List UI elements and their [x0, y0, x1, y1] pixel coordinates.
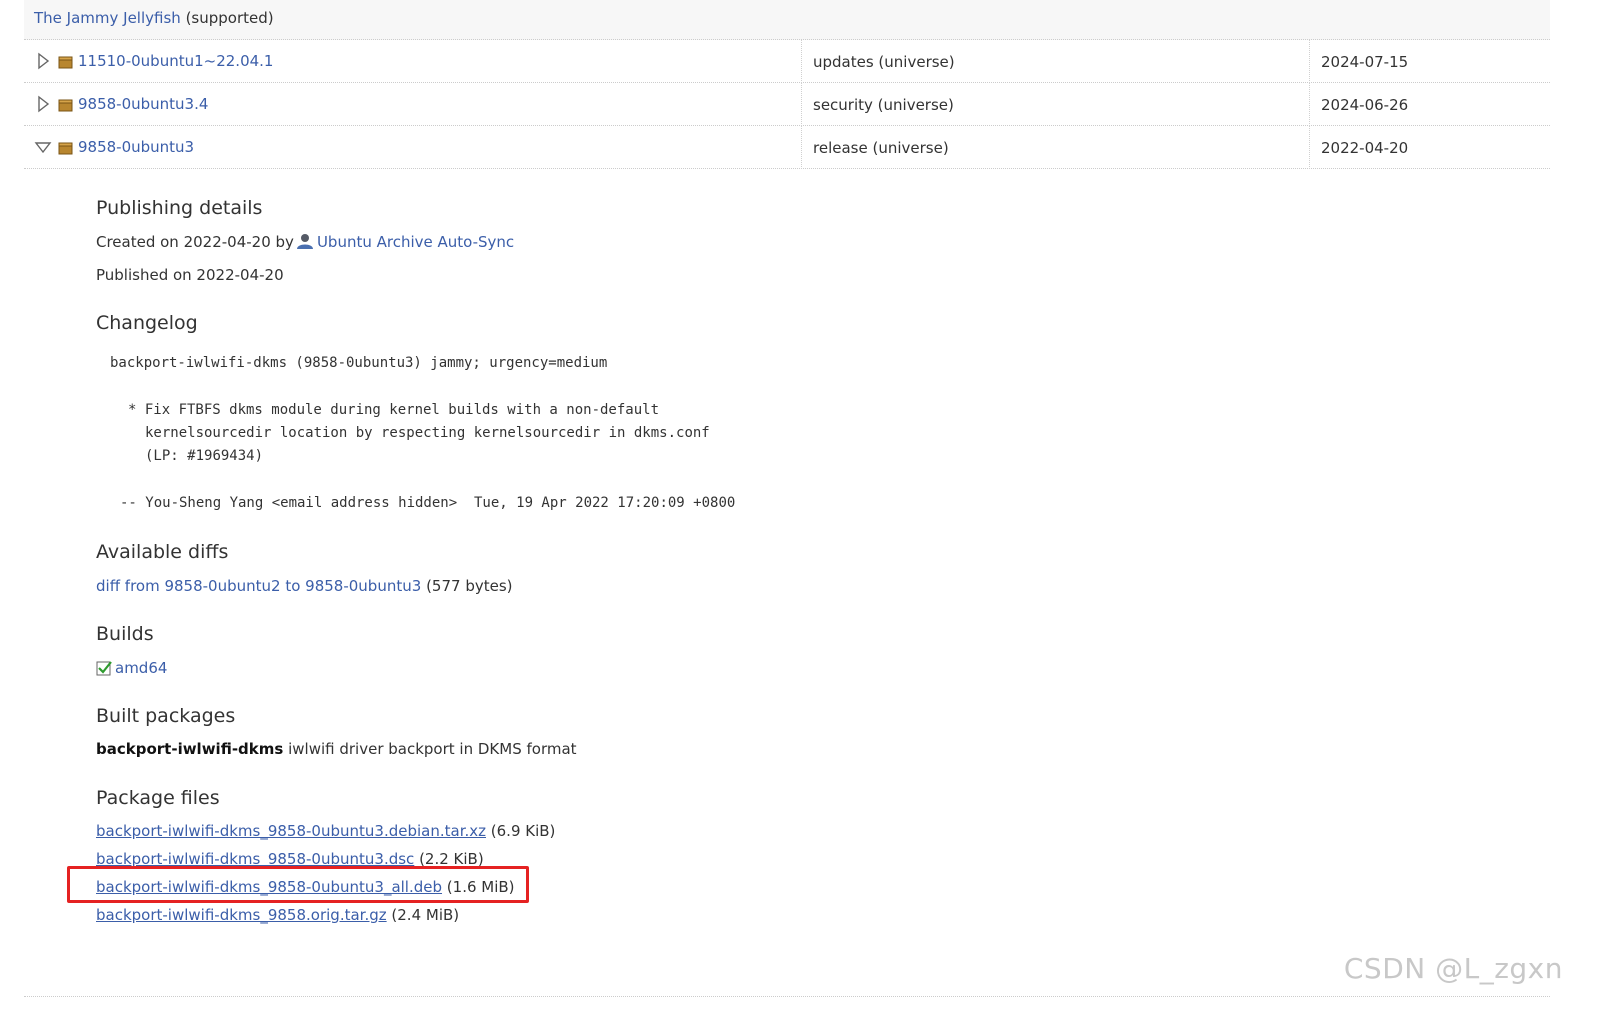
publication-date: 2022-04-20 — [1309, 126, 1408, 169]
changelog-line: * Fix FTBFS dkms module during kernel bu… — [128, 402, 660, 418]
publication-row[interactable]: 11510-0ubuntu1~22.04.1 updates (universe… — [24, 40, 1550, 83]
diff-size: (577 bytes) — [426, 577, 513, 595]
built-packages-heading: Built packages — [96, 705, 236, 727]
package-file-link[interactable]: backport-iwlwifi-dkms_9858-0ubuntu3.debi… — [96, 822, 486, 840]
build-success-icon — [96, 661, 112, 676]
changelog-heading: Changelog — [96, 312, 198, 334]
available-diffs-heading: Available diffs — [96, 541, 229, 563]
package-file-size: (2.4 MiB) — [391, 906, 460, 924]
created-text: Created on 2022-04-20 by — [96, 233, 294, 251]
diff-line: diff from 9858-0ubuntu2 to 9858-0ubuntu3… — [96, 576, 513, 596]
publishing-details-heading: Publishing details — [96, 197, 263, 219]
bug-link[interactable]: #1969434 — [187, 448, 254, 464]
highlight-annotation-box — [67, 866, 529, 903]
publication-pocket: updates (universe) — [801, 40, 955, 83]
package-file-size: (6.9 KiB) — [490, 822, 556, 840]
built-package-line: backport-iwlwifi-dkms iwlwifi driver bac… — [96, 739, 577, 759]
package-icon — [58, 142, 73, 154]
changelog-line: kernelsourcedir location by respecting k… — [145, 425, 710, 441]
series-status: (supported) — [185, 9, 274, 27]
bottom-divider — [24, 996, 1550, 997]
publication-version-link[interactable]: 9858-0ubuntu3.4 — [78, 95, 208, 113]
package-file-item: backport-iwlwifi-dkms_9858-0ubuntu3.debi… — [96, 821, 555, 841]
package-file-item: backport-iwlwifi-dkms_9858.orig.tar.gz (… — [96, 905, 459, 925]
series-header: The Jammy Jellyfish (supported) — [24, 0, 1550, 40]
package-icon — [58, 56, 73, 68]
watermark: CSDN @L_zgxn — [1343, 952, 1563, 985]
publication-pocket: release (universe) — [801, 126, 949, 169]
publication-pocket: security (universe) — [801, 83, 954, 126]
package-files-heading: Package files — [96, 787, 220, 809]
changelog-line: backport-iwlwifi-dkms (9858-0ubuntu3) ja… — [110, 355, 608, 371]
publication-row[interactable]: 9858-0ubuntu3.4 security (universe) 2024… — [24, 83, 1550, 126]
collapse-arrow-icon[interactable] — [34, 138, 52, 156]
publication-row[interactable]: 9858-0ubuntu3 release (universe) 2022-04… — [24, 126, 1550, 169]
series-name-link[interactable]: The Jammy Jellyfish — [34, 9, 181, 27]
changelog-text: ) — [254, 448, 264, 464]
changelog-signoff: -- You-Sheng Yang <email address hidden>… — [120, 495, 736, 511]
builds-heading: Builds — [96, 623, 154, 645]
person-icon — [296, 234, 313, 249]
publication-version-link[interactable]: 11510-0ubuntu1~22.04.1 — [78, 52, 273, 70]
expand-arrow-icon[interactable] — [34, 95, 52, 113]
expand-arrow-icon[interactable] — [34, 52, 52, 70]
publication-date: 2024-06-26 — [1309, 83, 1408, 126]
built-package-name: backport-iwlwifi-dkms — [96, 740, 284, 758]
publication-date: 2024-07-15 — [1309, 40, 1408, 83]
built-package-description: iwlwifi driver backport in DKMS format — [288, 740, 577, 758]
published-line: Published on 2022-04-20 — [96, 266, 284, 284]
changelog-line: (LP: #1969434) — [145, 446, 263, 466]
created-line: Created on 2022-04-20 by Ubuntu Archive A… — [96, 232, 514, 252]
diff-link[interactable]: diff from 9858-0ubuntu2 to 9858-0ubuntu3 — [96, 577, 421, 595]
package-file-link[interactable]: backport-iwlwifi-dkms_9858.orig.tar.gz — [96, 906, 387, 924]
build-arch-link[interactable]: amd64 — [115, 659, 167, 677]
build-line: amd64 — [96, 658, 167, 678]
creator-link[interactable]: Ubuntu Archive Auto-Sync — [317, 233, 514, 251]
package-icon — [58, 99, 73, 111]
changelog-text: (LP: — [145, 448, 188, 464]
publication-version-link[interactable]: 9858-0ubuntu3 — [78, 138, 194, 156]
